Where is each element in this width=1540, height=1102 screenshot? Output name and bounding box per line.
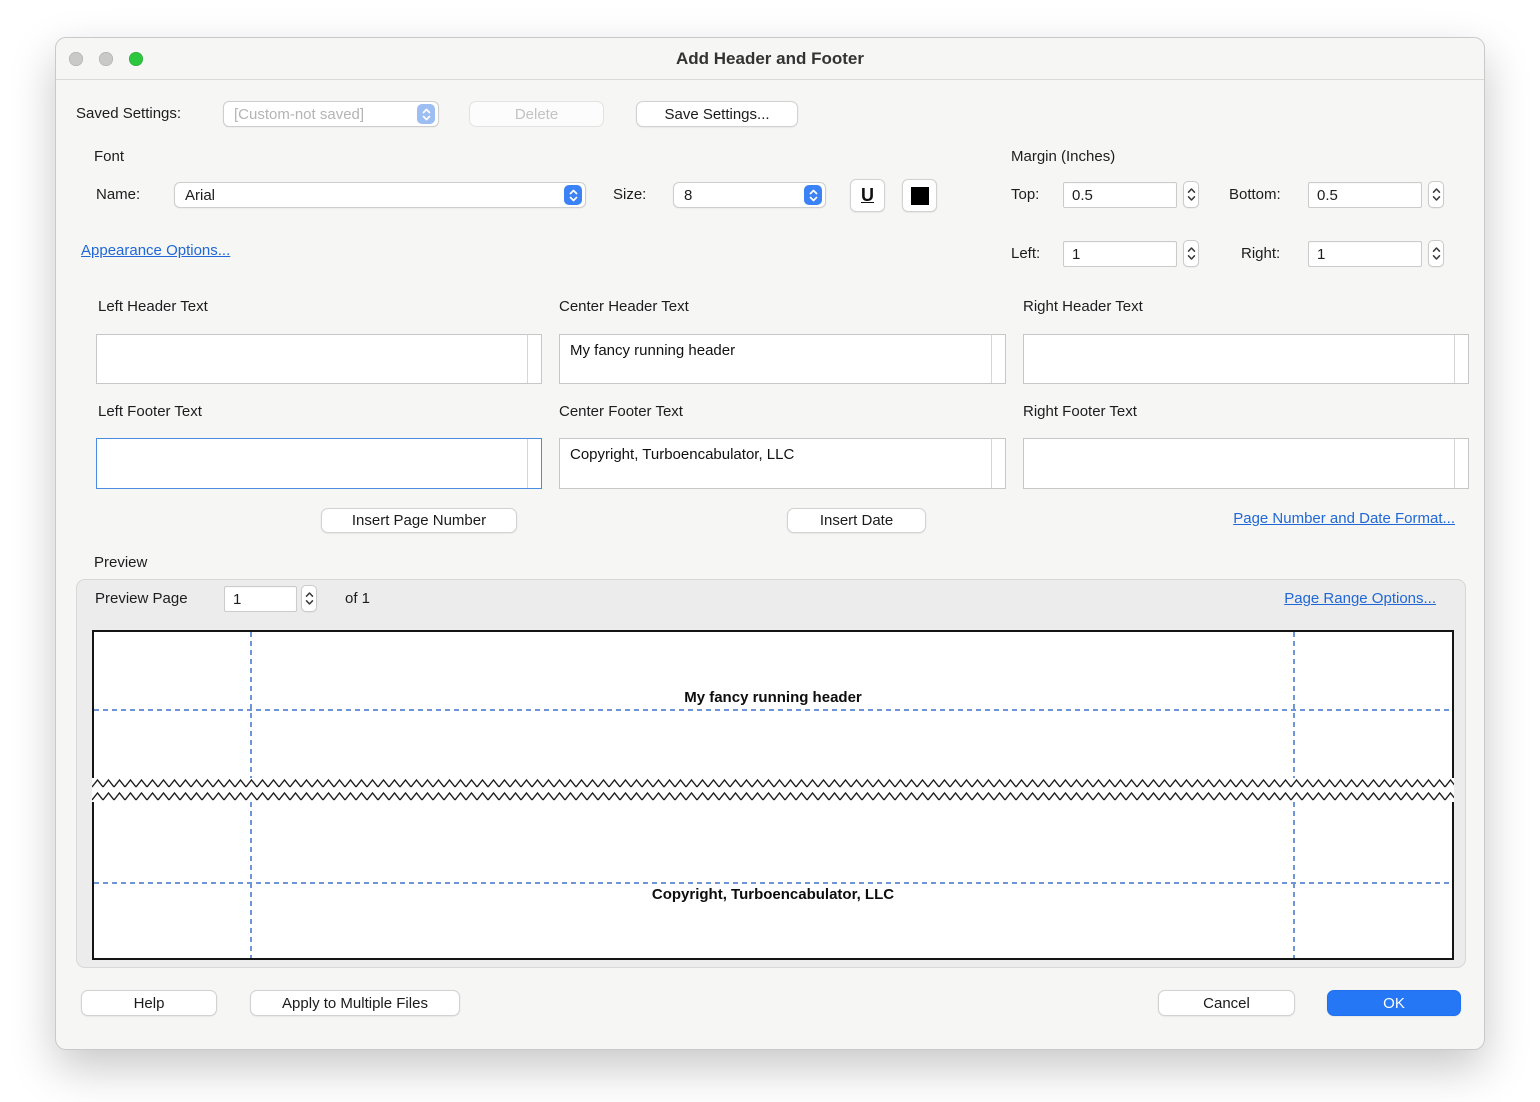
preview-page-total: of 1 [345,586,370,612]
right-header-textbox[interactable] [1023,334,1469,384]
margin-left-input[interactable] [1063,241,1177,267]
preview-page-top: My fancy running header [92,630,1454,778]
font-section-label: Font [94,147,124,167]
font-name-label: Name: [96,182,140,208]
margin-top-input[interactable] [1063,182,1177,208]
stepper-arrows-icon [305,590,314,607]
preview-section-label: Preview [94,553,147,573]
margin-bottom-input[interactable] [1308,182,1422,208]
window-controls [69,52,143,66]
font-size-label: Size: [613,182,646,208]
preview-page-input[interactable] [224,586,297,612]
margin-right-label: Right: [1241,241,1280,267]
dialog-title: Add Header and Footer [56,38,1484,80]
right-header-label: Right Header Text [1023,297,1143,317]
stepper-arrows-icon [1432,245,1441,262]
margin-guide-footer [94,882,1452,884]
margin-left-label: Left: [1011,241,1040,267]
font-size-value: 8 [684,187,692,204]
center-header-text: My fancy running header [560,335,1005,359]
font-name-dropdown[interactable]: Arial [174,182,586,208]
margin-top-stepper[interactable] [1183,181,1199,208]
margin-section-label: Margin (Inches) [1011,147,1115,167]
font-name-value: Arial [185,187,215,204]
appearance-options-link[interactable]: Appearance Options... [81,241,230,261]
save-settings-button[interactable]: Save Settings... [636,101,798,127]
chevron-up-down-icon [564,185,582,205]
center-header-label: Center Header Text [559,297,689,317]
preview-page-stepper[interactable] [301,585,317,612]
left-footer-text [97,439,541,446]
preview-page-label: Preview Page [95,586,188,612]
margin-right-input[interactable] [1308,241,1422,267]
left-header-label: Left Header Text [98,297,208,317]
scrollbar-track[interactable] [991,335,992,383]
torn-edge [92,778,1454,802]
stepper-arrows-icon [1187,186,1196,203]
center-footer-textbox[interactable]: Copyright, Turboencabulator, LLC [559,438,1006,489]
stepper-arrows-icon [1432,186,1441,203]
color-swatch-icon [911,187,929,205]
underline-icon: U [861,185,874,206]
titlebar: Add Header and Footer [56,38,1484,80]
saved-settings-label: Saved Settings: [76,101,181,127]
cancel-button[interactable]: Cancel [1158,990,1295,1016]
left-footer-label: Left Footer Text [98,402,202,422]
page-number-date-format-link[interactable]: Page Number and Date Format... [1233,509,1455,529]
margin-top-label: Top: [1011,182,1039,208]
saved-settings-value: [Custom-not saved] [234,106,364,123]
stepper-arrows-icon [1187,245,1196,262]
preview-footer-text: Copyright, Turboencabulator, LLC [94,886,1452,903]
add-header-footer-dialog: Add Header and Footer Saved Settings: [C… [55,37,1485,1050]
apply-to-multiple-files-button[interactable]: Apply to Multiple Files [250,990,460,1016]
left-footer-textbox[interactable] [96,438,542,489]
margin-guide-right [1293,802,1295,958]
saved-settings-dropdown[interactable]: [Custom-not saved] [223,101,439,127]
close-button[interactable] [69,52,83,66]
margin-guide-header [94,709,1452,711]
zigzag-icon [92,778,1454,789]
center-footer-label: Center Footer Text [559,402,683,422]
margin-guide-left [250,802,252,958]
left-header-textbox[interactable] [96,334,542,384]
underline-button[interactable]: U [850,179,885,212]
preview-page-bottom: Copyright, Turboencabulator, LLC [92,802,1454,960]
scrollbar-track[interactable] [1454,439,1455,488]
left-header-text [97,335,541,342]
scrollbar-track[interactable] [527,335,528,383]
center-header-textbox[interactable]: My fancy running header [559,334,1006,384]
right-footer-textbox[interactable] [1023,438,1469,489]
preview-panel: Preview Page of 1 Page Range Options... … [76,579,1466,968]
insert-date-button[interactable]: Insert Date [787,508,926,533]
minimize-button[interactable] [99,52,113,66]
margin-bottom-label: Bottom: [1229,182,1281,208]
chevron-up-down-icon [417,104,435,124]
margin-bottom-stepper[interactable] [1428,181,1444,208]
preview-header-text: My fancy running header [94,689,1452,706]
insert-page-number-button[interactable]: Insert Page Number [321,508,517,533]
right-footer-label: Right Footer Text [1023,402,1137,422]
margin-left-stepper[interactable] [1183,240,1199,267]
scrollbar-track[interactable] [527,439,528,488]
help-button[interactable]: Help [81,990,217,1016]
font-size-dropdown[interactable]: 8 [673,182,826,208]
page-range-options-link[interactable]: Page Range Options... [1284,589,1436,609]
right-footer-text [1024,439,1468,446]
ok-button[interactable]: OK [1327,990,1461,1016]
zoom-button[interactable] [129,52,143,66]
delete-button[interactable]: Delete [469,101,604,127]
zigzag-icon [92,791,1454,802]
right-header-text [1024,335,1468,342]
scrollbar-track[interactable] [1454,335,1455,383]
center-footer-text: Copyright, Turboencabulator, LLC [560,439,1005,463]
scrollbar-track[interactable] [991,439,992,488]
margin-right-stepper[interactable] [1428,240,1444,267]
font-color-button[interactable] [902,179,937,212]
chevron-up-down-icon [804,185,822,205]
